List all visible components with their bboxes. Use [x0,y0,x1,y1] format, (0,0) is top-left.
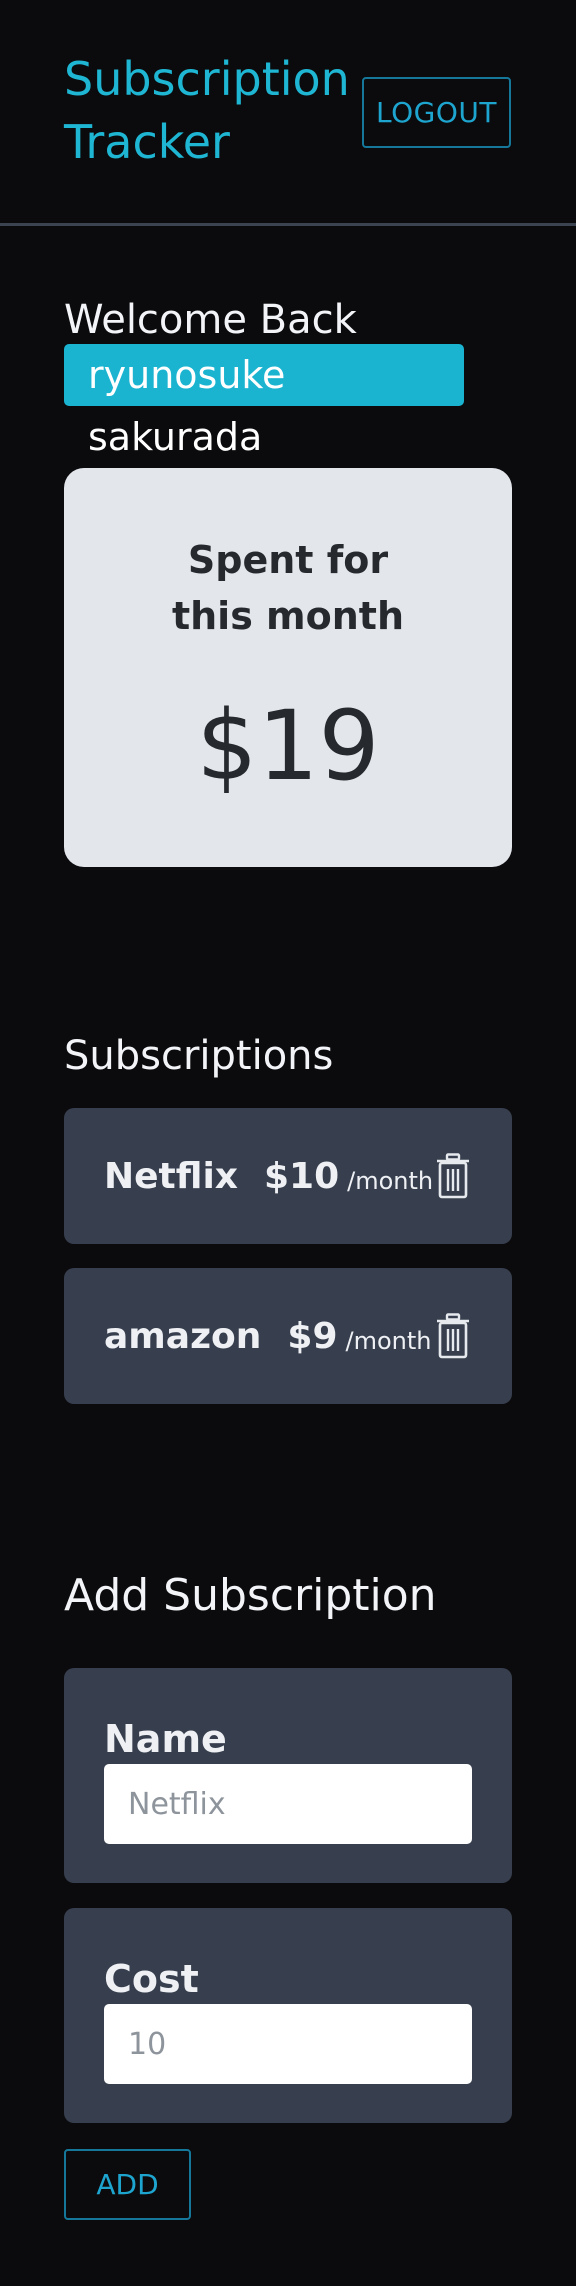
cost-field-card: Cost [64,1908,512,2123]
trash-icon[interactable] [436,1313,470,1359]
welcome-greeting: Welcome Back [64,297,357,343]
subscription-name: amazon [104,1315,262,1357]
add-button[interactable]: ADD [64,2149,191,2220]
subscription-cost: $10 [264,1155,340,1197]
username-badge: ryunosuke sakurada [64,344,464,459]
app-header: Subscription Tracker LOGOUT [0,0,576,226]
name-input[interactable] [104,1764,472,1844]
name-field-card: Name [64,1668,512,1883]
subscription-name: Netflix [104,1155,238,1197]
subscription-period: /month [347,1167,434,1195]
name-label: Name [104,1717,227,1761]
spent-label: Spent for this month [171,538,405,638]
subscriptions-title: Subscriptions [64,1033,334,1079]
spent-amount: $19 [196,690,380,802]
subscription-period: /month [345,1327,432,1355]
add-subscription-title: Add Subscription [64,1570,437,1621]
cost-input[interactable] [104,2004,472,2084]
monthly-spent-card: Spent for this month $19 [64,468,512,867]
app-title: Subscription Tracker [64,52,350,169]
subscription-cost: $9 [287,1315,338,1357]
subscription-item: amazon $9 /month [64,1268,512,1404]
trash-icon[interactable] [436,1153,470,1199]
cost-label: Cost [104,1957,199,2001]
logout-button[interactable]: LOGOUT [362,77,511,148]
subscription-item: Netflix $10 /month [64,1108,512,1244]
